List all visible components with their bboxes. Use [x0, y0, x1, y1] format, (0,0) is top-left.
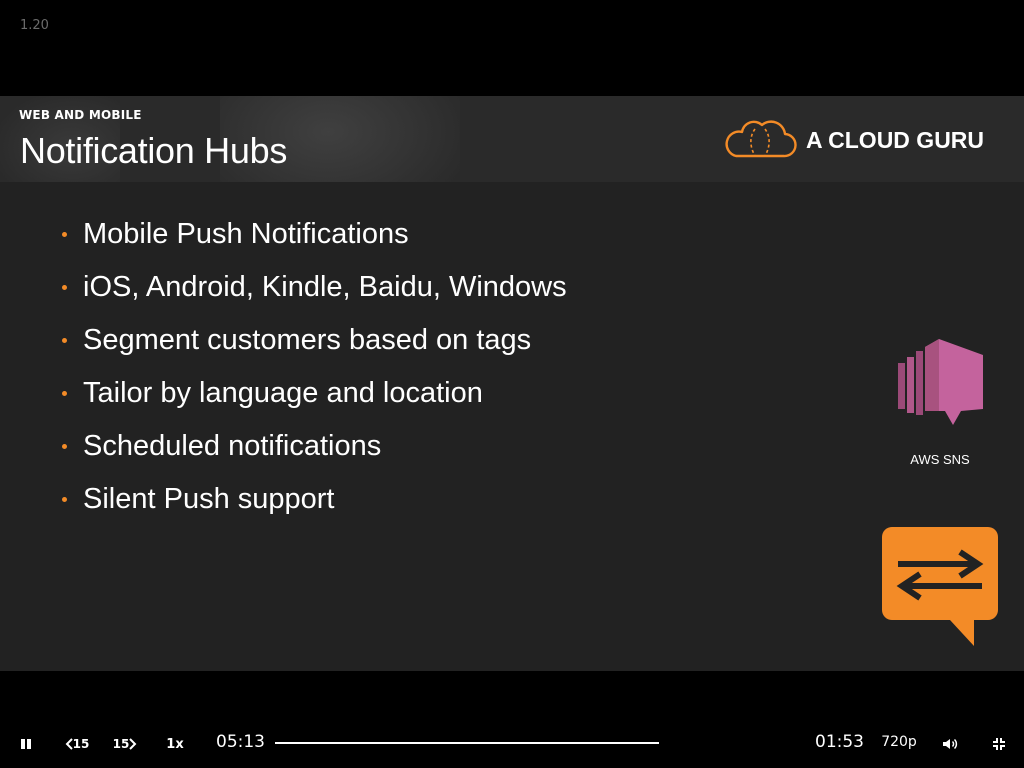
aws-sns-caption: AWS SNS	[910, 452, 970, 467]
brand-logo: A CLOUD GURU	[722, 118, 984, 162]
brand-name: A CLOUD GURU	[806, 126, 985, 153]
player-controls: 15 15 1x 05:13 01:53 720p	[0, 720, 1024, 768]
chevron-left-icon	[65, 738, 73, 750]
pause-icon	[21, 739, 31, 749]
quality-button[interactable]: 720p	[880, 734, 918, 750]
list-item: Segment customers based on tags	[62, 314, 567, 367]
bullet-text: iOS, Android, Kindle, Baidu, Windows	[83, 271, 567, 303]
forward-label: 15	[112, 737, 130, 751]
list-item: iOS, Android, Kindle, Baidu, Windows	[62, 261, 567, 314]
bullet-dot	[62, 391, 67, 396]
bullet-dot	[62, 285, 67, 290]
bullet-text: Mobile Push Notifications	[83, 218, 409, 250]
rewind-15-button[interactable]: 15	[62, 732, 92, 756]
volume-button[interactable]	[938, 732, 962, 756]
player-version: 1.20	[20, 18, 49, 33]
bullet-dot	[62, 232, 67, 237]
bullet-text: Scheduled notifications	[83, 430, 382, 462]
bullet-list: Mobile Push Notifications iOS, Android, …	[62, 208, 567, 526]
speed-button[interactable]: 1x	[162, 732, 188, 756]
list-item: Scheduled notifications	[62, 420, 567, 473]
progress-bar[interactable]	[275, 742, 659, 744]
remaining-time: 01:53	[815, 732, 864, 752]
list-item: Tailor by language and location	[62, 367, 567, 420]
bullet-dot	[62, 338, 67, 343]
list-item: Silent Push support	[62, 473, 567, 526]
exit-fullscreen-icon	[993, 738, 1005, 750]
bullet-text: Silent Push support	[83, 483, 335, 515]
list-item: Mobile Push Notifications	[62, 208, 567, 261]
cloud-logo-icon	[725, 120, 797, 158]
aws-sns-icon	[898, 339, 983, 425]
rewind-label: 15	[72, 737, 90, 751]
bullet-dot	[62, 444, 67, 449]
bullet-dot	[62, 497, 67, 502]
chevron-right-icon	[129, 738, 137, 750]
slide-tag: WEB AND MOBILE	[19, 108, 142, 122]
exit-fullscreen-button[interactable]	[987, 732, 1011, 756]
pause-button[interactable]	[14, 732, 38, 756]
slide-title: Notification Hubs	[20, 130, 288, 171]
notification-hubs-icon	[882, 527, 998, 646]
current-time: 05:13	[216, 732, 265, 752]
video-slide: WEB AND MOBILE Notification Hubs A CLOUD…	[0, 96, 1024, 671]
forward-15-button[interactable]: 15	[110, 732, 140, 756]
slide-header: WEB AND MOBILE Notification Hubs A CLOUD…	[0, 96, 1024, 182]
bullet-text: Tailor by language and location	[83, 377, 483, 409]
volume-icon	[943, 738, 958, 750]
bullet-text: Segment customers based on tags	[83, 324, 532, 356]
